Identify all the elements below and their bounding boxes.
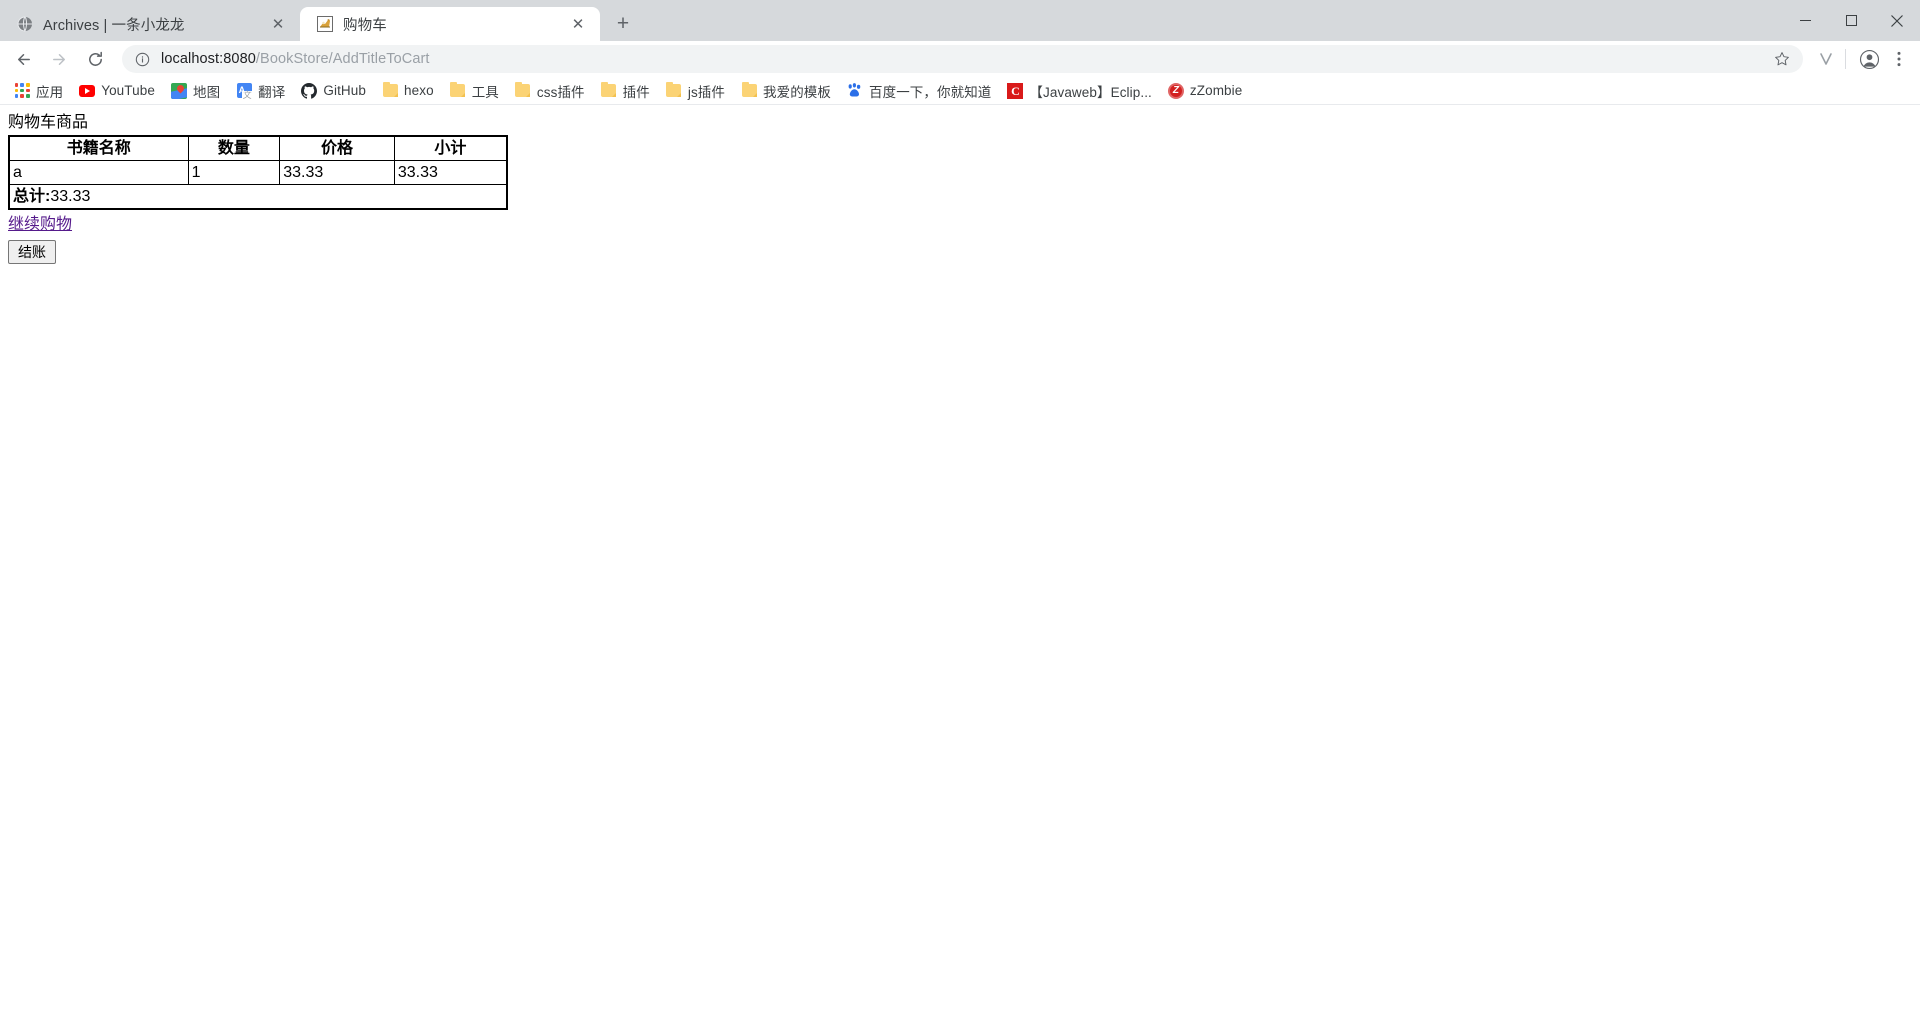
bookmark-label: zZombie — [1189, 83, 1243, 98]
minimize-button[interactable] — [1782, 0, 1828, 41]
forward-button[interactable] — [44, 44, 74, 74]
reload-button[interactable] — [80, 44, 110, 74]
folder-icon — [382, 82, 398, 99]
cart-table-body: a 1 33.33 33.33 总计:33.33 — [8, 160, 508, 210]
bookmark-apps[interactable]: 应用 — [6, 79, 71, 103]
folder-icon — [741, 82, 757, 99]
shopping-cart-page: 购物车商品 书籍名称 数量 价格 小计 a 1 33.33 33.33 总计:3… — [0, 105, 1920, 272]
bookmark-label: 工具 — [471, 84, 499, 100]
table-header-row: 书籍名称 数量 价格 小计 — [8, 135, 508, 161]
bookmark-maps[interactable]: 地图 — [163, 79, 228, 103]
tab-strip: Archives | 一条小龙龙 ✕ 购物车 ✕ + — [0, 0, 1920, 41]
extension-icon[interactable] — [1813, 46, 1839, 72]
bookmark-github[interactable]: GitHub — [293, 79, 374, 103]
cart-total-cell: 总计:33.33 — [8, 184, 508, 210]
bookmark-tools[interactable]: 工具 — [442, 79, 507, 103]
apps-grid-icon — [14, 83, 30, 99]
bookmark-zzombie[interactable]: Z zZombie — [1160, 79, 1250, 103]
back-button[interactable] — [8, 44, 38, 74]
bookmark-label: 百度一下，你就知道 — [869, 84, 992, 100]
bookmarks-bar: 应用 YouTube 地图 A 翻译 GitHub hexo 工具 — [0, 77, 1920, 105]
bookmark-translate[interactable]: A 翻译 — [228, 79, 293, 103]
globe-icon — [16, 16, 33, 33]
url-text: localhost:8080/BookStore/AddTitleToCart — [161, 51, 1765, 67]
tab-close-icon[interactable]: ✕ — [568, 14, 588, 34]
column-header-quantity: 数量 — [187, 135, 281, 161]
folder-icon — [515, 82, 531, 99]
bookmark-templates[interactable]: 我爱的模板 — [733, 79, 839, 103]
url-host: localhost:8080 — [161, 51, 256, 67]
folder-icon — [450, 82, 466, 99]
cart-total-label: 总计: — [13, 188, 51, 205]
csdn-icon: C — [1007, 82, 1024, 99]
tab-archives[interactable]: Archives | 一条小龙龙 ✕ — [0, 7, 300, 41]
cell-subtotal: 33.33 — [393, 160, 508, 185]
bookmark-label: 地图 — [192, 84, 221, 100]
cart-table: 书籍名称 数量 价格 小计 a 1 33.33 33.33 总计:33.33 — [8, 135, 508, 210]
youtube-icon — [79, 83, 96, 99]
profile-icon[interactable] — [1856, 46, 1882, 72]
url-path: /BookStore/AddTitleToCart — [255, 51, 430, 67]
column-header-price: 价格 — [279, 135, 395, 161]
tab-title: 购物车 — [343, 17, 387, 34]
cart-table-head: 书籍名称 数量 价格 小计 — [8, 135, 508, 161]
bookmark-label: GitHub — [323, 83, 366, 98]
folder-icon — [601, 82, 617, 99]
address-bar[interactable]: localhost:8080/BookStore/AddTitleToCart — [122, 45, 1803, 73]
cell-price: 33.33 — [279, 160, 395, 185]
continue-shopping-link[interactable]: 继续购物 — [8, 215, 72, 234]
bookmark-baidu[interactable]: 百度一下，你就知道 — [839, 79, 999, 103]
bookmark-label: YouTube — [101, 83, 155, 98]
bookmark-label: 【Javaweb】Eclip... — [1029, 84, 1152, 100]
baidu-icon — [847, 83, 863, 99]
bookmark-css-plugins[interactable]: css插件 — [507, 79, 593, 103]
info-circle-icon[interactable] — [134, 51, 150, 67]
folder-icon — [666, 82, 682, 99]
bookmark-label: 我爱的模板 — [763, 84, 831, 100]
browser-toolbar: localhost:8080/BookStore/AddTitleToCart — [0, 41, 1920, 77]
tomcat-icon — [316, 16, 333, 33]
bookmark-youtube[interactable]: YouTube — [71, 79, 163, 103]
checkout-button[interactable]: 结账 — [8, 240, 56, 264]
bookmark-label: hexo — [404, 83, 434, 98]
cell-quantity: 1 — [187, 160, 281, 185]
github-icon — [301, 82, 318, 99]
bookmark-label: css插件 — [536, 84, 585, 100]
close-button[interactable] — [1874, 0, 1920, 41]
bookmark-star-icon[interactable] — [1771, 48, 1793, 70]
tab-shopping-cart[interactable]: 购物车 ✕ — [300, 7, 600, 41]
bookmark-label: 应用 — [36, 84, 64, 100]
bookmark-label: js插件 — [687, 84, 725, 100]
bookmark-javaweb-eclipse[interactable]: C 【Javaweb】Eclip... — [999, 79, 1160, 103]
new-tab-button[interactable]: + — [606, 7, 640, 41]
bookmark-js-plugins[interactable]: js插件 — [658, 79, 733, 103]
bookmark-plugins[interactable]: 插件 — [593, 79, 658, 103]
column-header-book-name: 书籍名称 — [8, 135, 189, 161]
cell-book-name: a — [8, 160, 189, 185]
table-row: a 1 33.33 33.33 — [8, 160, 508, 185]
translate-icon: A — [236, 83, 253, 100]
tab-close-icon[interactable]: ✕ — [268, 14, 288, 34]
toolbar-divider — [1845, 49, 1846, 69]
maps-pin-icon — [170, 82, 187, 99]
column-header-subtotal: 小计 — [393, 135, 508, 161]
bookmark-hexo[interactable]: hexo — [374, 79, 442, 103]
tab-title: Archives | 一条小龙龙 — [43, 17, 185, 34]
table-total-row: 总计:33.33 — [8, 184, 508, 210]
zzombie-icon: Z — [1167, 82, 1184, 99]
browser-window: Archives | 一条小龙龙 ✕ 购物车 ✕ + localhost:808… — [0, 0, 1920, 1029]
chrome-menu-button[interactable] — [1886, 46, 1912, 72]
page-viewport: 购物车商品 书籍名称 数量 价格 小计 a 1 33.33 33.33 总计:3… — [0, 105, 1920, 1029]
bookmark-label: 翻译 — [258, 84, 286, 100]
cart-total-value: 33.33 — [50, 188, 91, 205]
window-controls — [1782, 0, 1920, 41]
bookmark-label: 插件 — [622, 84, 650, 100]
page-title: 购物车商品 — [8, 114, 89, 131]
maximize-button[interactable] — [1828, 0, 1874, 41]
